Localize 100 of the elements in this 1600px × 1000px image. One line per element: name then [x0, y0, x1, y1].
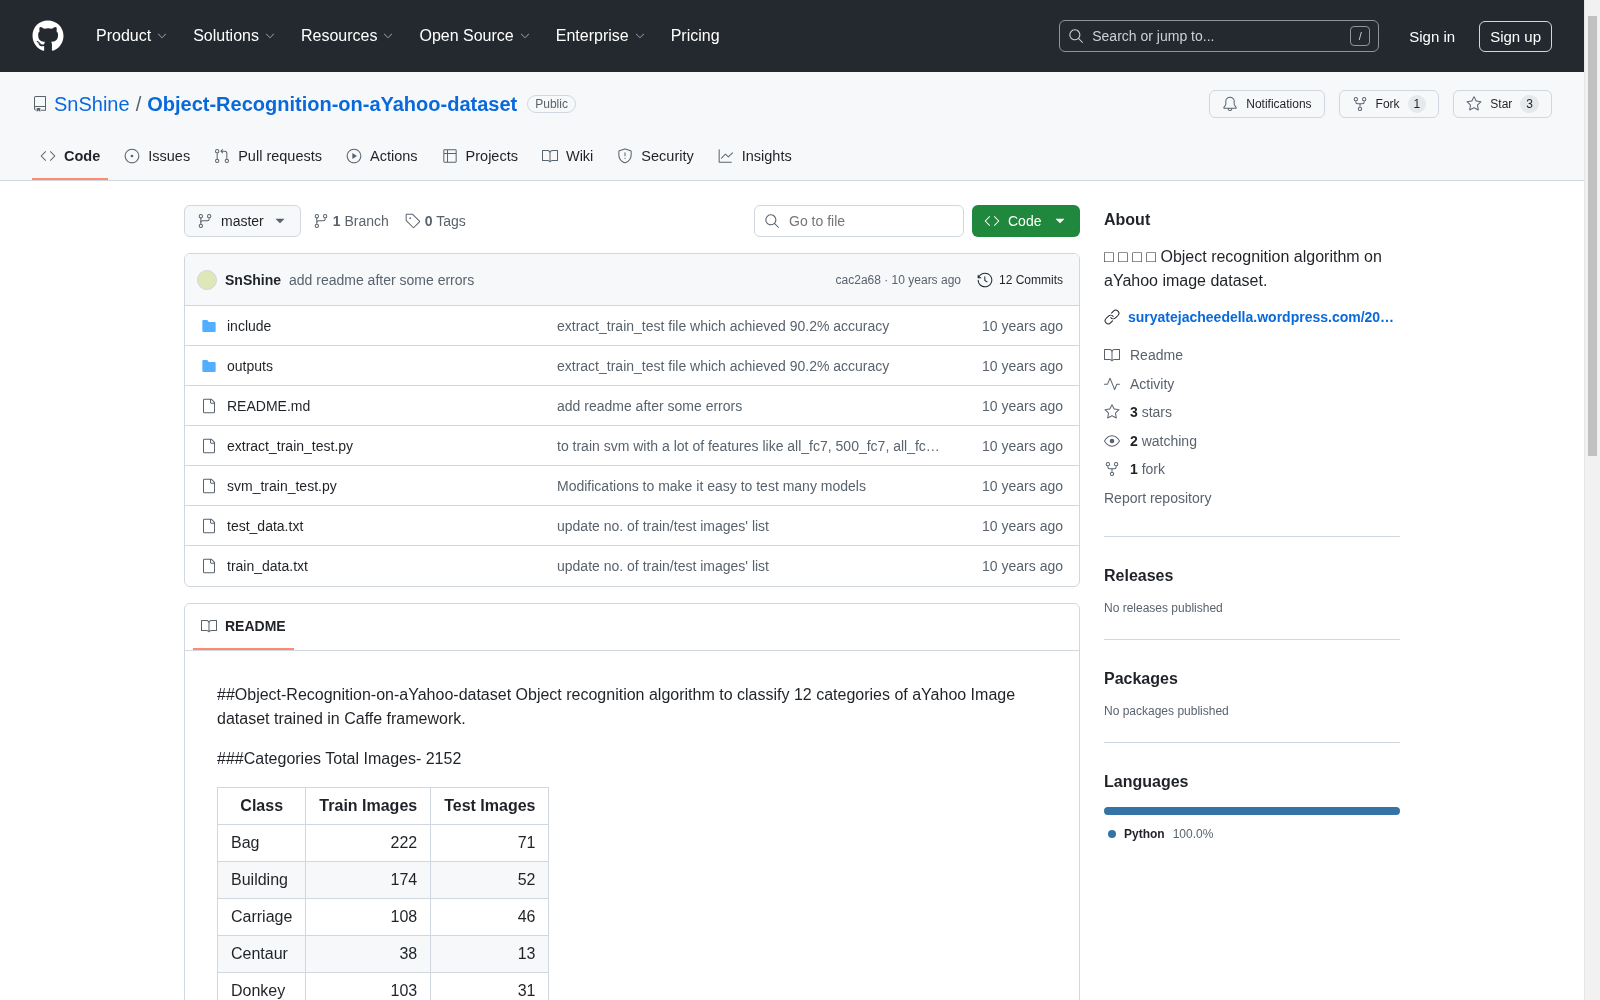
scrollbar[interactable] — [1584, 0, 1600, 1000]
commit-author[interactable]: SnShine — [225, 271, 281, 288]
nav-menu[interactable]: Resources — [292, 21, 404, 51]
commit-message[interactable]: to train svm with a lot of features like all_fc7, 500_fc7, all_fc… — [557, 437, 953, 454]
file-name[interactable]: outputs — [227, 357, 557, 374]
history-icon — [977, 271, 993, 288]
sign-up-button[interactable]: Sign up — [1479, 20, 1552, 52]
table-cell: Building — [217, 861, 306, 899]
repo-stat-link[interactable]: Activity — [1104, 369, 1400, 398]
table-cell: Carriage — [217, 898, 306, 936]
avatar[interactable] — [197, 269, 217, 290]
search-icon — [1068, 28, 1085, 44]
commit-message[interactable]: extract_train_test file which achieved 90.2% accuracy — [557, 317, 953, 334]
table-cell: Centaur — [217, 935, 306, 973]
table-header: Class — [217, 787, 306, 825]
star-icon — [1104, 404, 1120, 421]
file-name[interactable]: test_data.txt — [227, 517, 557, 534]
table-cell: 174 — [305, 861, 431, 899]
nav-menu[interactable]: Enterprise — [547, 21, 655, 51]
file-name[interactable]: README.md — [227, 397, 557, 414]
file-time: 10 years ago — [981, 317, 1063, 334]
go-to-file-field[interactable]: Go to file — [754, 205, 964, 237]
commit-message[interactable]: update no. of train/test images' list — [557, 517, 953, 534]
repo-stat-link[interactable]: 3 stars — [1104, 398, 1400, 427]
language-name[interactable]: Python — [1124, 827, 1165, 841]
file-name[interactable]: svm_train_test.py — [227, 477, 557, 494]
branch-icon — [197, 213, 213, 229]
code-icon — [984, 213, 1000, 229]
repo-tab[interactable]: Issues — [116, 140, 199, 180]
file-time: 10 years ago — [981, 357, 1063, 374]
tags-link[interactable]: 0 Tags — [400, 213, 470, 229]
file-icon — [201, 437, 217, 454]
commit-message[interactable]: Modifications to make it easy to test many models — [557, 477, 953, 494]
nav-menu[interactable]: Product — [88, 21, 178, 51]
commit-message[interactable]: add readme after some errors — [289, 271, 475, 288]
packages-heading: Packages — [1104, 670, 1179, 688]
readme-tab[interactable]: README — [193, 604, 294, 650]
repo-tab[interactable]: Security — [609, 140, 702, 180]
repo-stat-link[interactable]: 1 fork — [1104, 455, 1400, 484]
nav-menu[interactable]: Pricing — [662, 21, 728, 51]
releases-note: No releases published — [1104, 601, 1224, 615]
file-time: 10 years ago — [981, 437, 1063, 454]
fork-button[interactable]: Fork 1 — [1338, 90, 1440, 118]
play-icon — [346, 148, 362, 164]
repo-tab[interactable]: Code — [32, 140, 109, 180]
file-icon — [201, 558, 217, 574]
file-name[interactable]: extract_train_test.py — [227, 437, 557, 454]
repo-stat-link[interactable]: Readme — [1104, 341, 1400, 370]
folder-icon — [201, 357, 217, 374]
table-cell: 103 — [305, 972, 431, 1000]
notifications-button[interactable]: Notifications — [1209, 90, 1325, 118]
table-icon — [441, 148, 458, 164]
repo-tab[interactable]: Insights — [709, 140, 800, 180]
commit-message[interactable]: extract_train_test file which achieved 90.2% accuracy — [557, 357, 953, 374]
file-name[interactable]: train_data.txt — [227, 558, 557, 574]
code-button[interactable]: Code — [972, 205, 1080, 237]
repo-tab[interactable]: Pull requests — [206, 140, 330, 180]
code-icon — [40, 148, 56, 164]
file-name[interactable]: include — [227, 317, 557, 334]
bell-icon — [1222, 96, 1239, 112]
star-button[interactable]: Star 3 — [1453, 90, 1552, 118]
folder-icon — [201, 317, 217, 334]
commit-message[interactable]: add readme after some errors — [557, 397, 953, 414]
language-percent: 100.0% — [1172, 827, 1214, 841]
repo-tab[interactable]: Wiki — [533, 140, 602, 180]
packages-note: No packages published — [1104, 704, 1230, 718]
eye-icon — [1104, 432, 1120, 449]
readme-paragraph: ###Categories Total Images- 2152 — [217, 749, 463, 769]
table-header: Train Images — [305, 787, 431, 825]
fork-icon — [1104, 461, 1120, 478]
search-field[interactable]: Search or jump to... / — [1059, 20, 1380, 52]
sign-in-link[interactable]: Sign in — [1401, 21, 1464, 51]
repo-stat-link[interactable]: 2 watching — [1104, 426, 1400, 455]
file-icon — [201, 517, 217, 534]
pulse-icon — [1104, 375, 1120, 392]
repo-tab[interactable]: Actions — [338, 140, 426, 180]
owner-link[interactable]: SnShine — [54, 92, 130, 116]
repo-tab[interactable]: Projects — [433, 140, 526, 180]
report-link[interactable]: Report repository — [1104, 483, 1400, 512]
file-time: 10 years ago — [981, 558, 1063, 574]
branch-select[interactable]: master — [184, 205, 301, 237]
readme-paragraph: ##Object-Recognition-on-aYahoo-dataset Object recognition algorithm to classify 12 categories of aYahoo Image dataset trained in Caffe framework. — [217, 685, 1017, 729]
path-separator: / — [135, 92, 142, 116]
shortcut-key: / — [1350, 26, 1371, 46]
github-logo-icon[interactable] — [32, 20, 64, 52]
pull-request-icon — [214, 148, 231, 164]
commits-link[interactable]: 12 Commits — [977, 271, 1063, 288]
website-link[interactable]: suryatejacheedella.wordpress.com/20… — [1104, 309, 1400, 325]
repo-name-link[interactable]: Object-Recognition-on-aYahoo-dataset — [147, 92, 518, 116]
book-icon — [541, 148, 558, 164]
branches-link[interactable]: 1 Branch — [308, 213, 393, 229]
nav-menu[interactable]: Solutions — [185, 21, 285, 51]
table-cell: 38 — [305, 935, 431, 973]
commit-message[interactable]: update no. of train/test images' list — [557, 558, 953, 574]
nav-menu[interactable]: Open Source — [411, 21, 540, 51]
search-icon — [764, 213, 780, 229]
table-cell: 71 — [430, 824, 549, 862]
languages-heading: Languages — [1104, 773, 1190, 791]
repo-description: □ □ □ □ Object recognition algorithm on aYahoo image dataset. — [1104, 247, 1383, 291]
fork-icon — [1351, 96, 1368, 112]
